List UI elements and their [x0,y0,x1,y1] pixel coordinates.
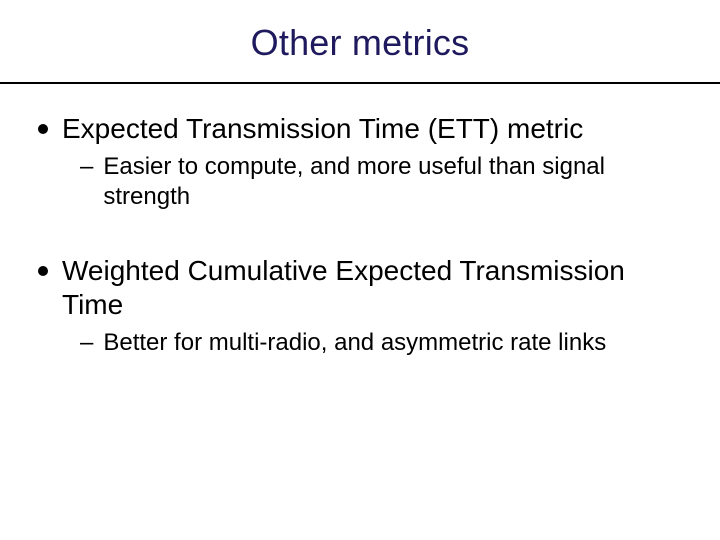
bullet-1: Expected Transmission Time (ETT) metric [38,112,682,146]
bullet-1-sub-1-text: Easier to compute, and more useful than … [103,152,682,212]
slide-title: Other metrics [0,0,720,76]
bullet-dash-icon: – [80,328,93,358]
bullet-2-sub-1-text: Better for multi-radio, and asymmetric r… [103,328,606,358]
slide-body: Expected Transmission Time (ETT) metric … [0,84,720,358]
bullet-1-sub-1: – Easier to compute, and more useful tha… [80,152,682,212]
spacer [38,218,682,254]
bullet-2-sub-1: – Better for multi-radio, and asymmetric… [80,328,682,358]
bullet-2-text: Weighted Cumulative Expected Transmissio… [62,254,682,322]
bullet-2: Weighted Cumulative Expected Transmissio… [38,254,682,322]
bullet-1-text: Expected Transmission Time (ETT) metric [62,112,583,146]
slide: Other metrics Expected Transmission Time… [0,0,720,540]
bullet-dot-icon [38,124,48,134]
bullet-dot-icon [38,266,48,276]
bullet-dash-icon: – [80,152,93,182]
